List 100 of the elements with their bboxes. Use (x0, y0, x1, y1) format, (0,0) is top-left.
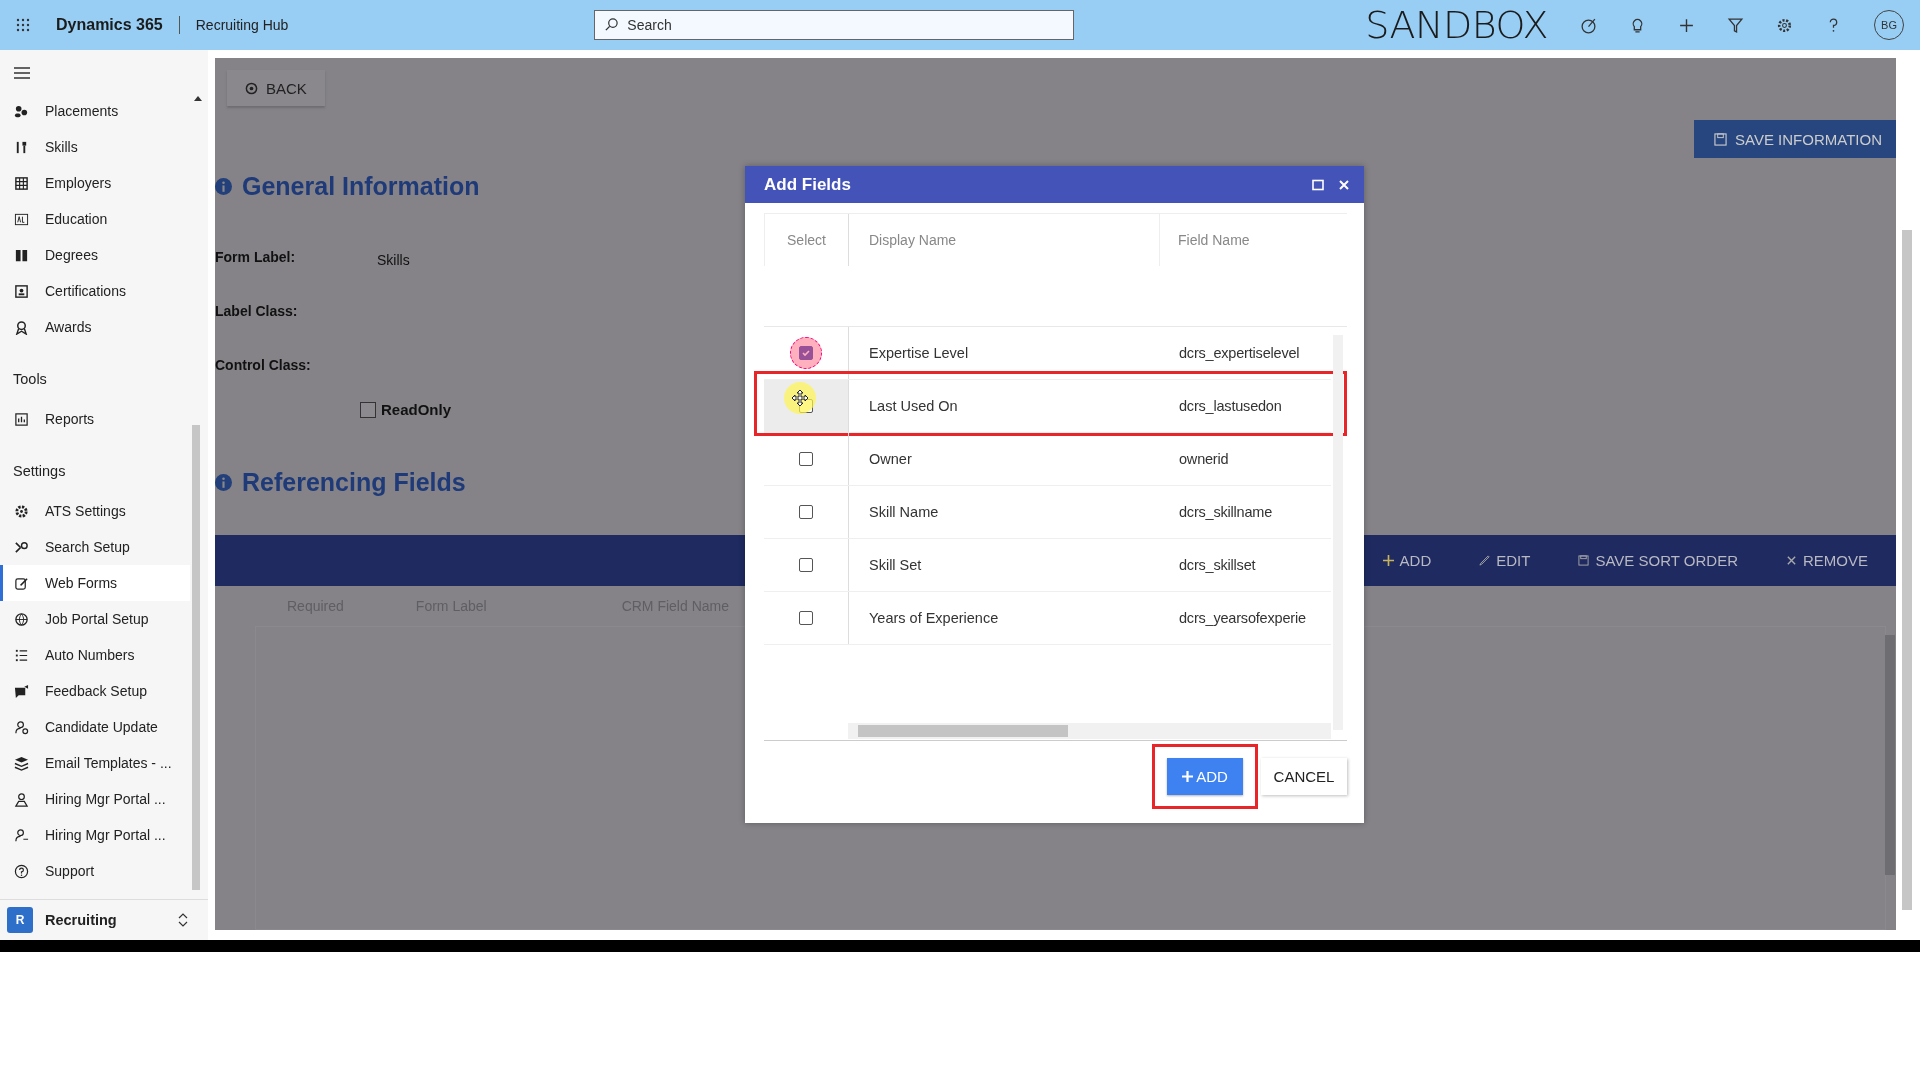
area-name: Recruiting Hub (195, 17, 289, 33)
report-icon (14, 411, 29, 427)
table-cell-text: dcrs_expertiselevel (1179, 344, 1301, 363)
maximize-icon[interactable] (1312, 178, 1324, 191)
scrollbar[interactable] (192, 425, 200, 890)
back-button[interactable]: BACK (227, 70, 325, 106)
dialog-title: Add Fields (764, 174, 852, 195)
sidebar-item[interactable]: Web Forms (0, 565, 190, 601)
app-launcher-icon[interactable] (16, 18, 30, 32)
readonly-checkbox[interactable] (360, 401, 376, 418)
chevron-up-down-icon (178, 912, 188, 928)
table-cell-text: dcrs_lastusedon (1179, 397, 1283, 416)
ribbon-icon (14, 319, 29, 335)
sidebar-item[interactable]: Search Setup (0, 529, 190, 565)
sidebar-item[interactable]: Placements (0, 93, 190, 129)
table-cell-text: Owner (868, 450, 913, 469)
scrollbar[interactable] (1885, 635, 1895, 875)
section-heading: General Information (242, 172, 480, 201)
sidebar-item[interactable]: Email Templates - ... (0, 745, 190, 781)
help-icon (14, 863, 29, 879)
sidebar-section-heading: Settings (12, 462, 67, 481)
check-icon (801, 348, 811, 358)
target-icon[interactable] (1580, 16, 1597, 34)
save-icon (1714, 132, 1728, 146)
plus-icon[interactable] (1678, 16, 1695, 34)
sidebar-item[interactable]: Feedback Setup (0, 673, 190, 709)
table-cell-text: dcrs_yearsofexperie (1179, 609, 1307, 628)
sidebar-section-heading: Tools (12, 370, 48, 389)
select-checkbox[interactable] (799, 346, 813, 360)
select-checkbox[interactable] (799, 558, 813, 572)
table-cell-text: ownerid (1179, 450, 1230, 469)
sidebar-item[interactable]: ATS Settings (0, 493, 190, 529)
plus-icon (1382, 555, 1394, 566)
plus-icon (1182, 771, 1194, 782)
select-checkbox[interactable] (799, 611, 813, 625)
column-header[interactable]: Field Name (1159, 214, 1327, 266)
search-field[interactable]: Search (594, 10, 1075, 40)
person-sync-icon (14, 719, 29, 735)
table-cell-text: Skill Name (868, 503, 940, 522)
search-icon (604, 17, 620, 32)
abc-icon (14, 211, 29, 227)
sidebar-item[interactable]: Candidate Update (0, 709, 190, 745)
tools-icon (14, 139, 29, 155)
book-icon (14, 247, 29, 263)
sidebar-item[interactable]: Hiring Mgr Portal ... (0, 817, 190, 853)
sidebar-item[interactable]: Skills (0, 129, 190, 165)
filter-icon[interactable] (1727, 16, 1744, 34)
horizontal-scrollbar[interactable] (848, 723, 1331, 739)
scrollbar[interactable] (1902, 230, 1912, 910)
sidebar-item[interactable]: Support (0, 853, 190, 889)
save-icon (1578, 555, 1590, 566)
feedback-icon (14, 683, 29, 699)
sidebar-item[interactable]: Auto Numbers (0, 637, 190, 673)
person-icon (14, 791, 29, 807)
sidebar-item[interactable]: Education (0, 201, 190, 237)
pencil-icon (1479, 555, 1491, 566)
table-cell-text: Last Used On (868, 397, 959, 416)
numbered-list-icon (14, 647, 29, 663)
field-label: Label Class: (215, 303, 298, 319)
people-icon (14, 103, 29, 119)
cancel-button[interactable]: CANCEL (1261, 758, 1347, 795)
column-header[interactable]: Display Name (849, 214, 1159, 266)
layers-icon (14, 755, 29, 771)
select-checkbox[interactable] (799, 452, 813, 466)
badge-icon (14, 283, 29, 299)
sidebar-item[interactable]: Awards (0, 309, 190, 345)
sidebar-item[interactable]: Hiring Mgr Portal ... (0, 781, 190, 817)
toolbar-button[interactable]: EDIT (1475, 552, 1535, 569)
sidebar-item[interactable]: Employers (0, 165, 190, 201)
field-label: Control Class: (215, 357, 311, 373)
table-cell-text: Years of Experience (868, 609, 1000, 628)
collapse-caret-icon[interactable] (194, 96, 202, 101)
add-button[interactable]: ADD (1167, 758, 1243, 795)
close-icon[interactable] (1338, 178, 1350, 191)
form-edit-icon (14, 575, 29, 591)
back-circle-icon (245, 81, 258, 95)
toolbar-button[interactable]: REMOVE (1782, 552, 1872, 569)
person-icon (14, 827, 29, 843)
section-heading: Referencing Fields (242, 468, 466, 497)
field-value: Skills (377, 251, 411, 268)
toolbar-button[interactable]: ADD (1378, 552, 1436, 569)
checkbox-label: ReadOnly (381, 401, 452, 418)
column-header[interactable]: Select (765, 214, 849, 266)
menu-icon[interactable] (14, 67, 30, 79)
sidebar-item[interactable]: Job Portal Setup (0, 601, 190, 637)
table-cell-text: dcrs_skillname (1179, 503, 1274, 522)
sidebar-item[interactable]: Reports (0, 401, 190, 437)
save-information-button[interactable]: SAVE INFORMATION (1694, 120, 1896, 158)
environment-label: SANDBOX (1365, 3, 1548, 47)
cross-icon (1786, 555, 1797, 566)
settings-icon[interactable] (1776, 16, 1793, 34)
gear-icon (14, 503, 29, 519)
sidebar-item[interactable]: Degrees (0, 237, 190, 273)
sidebar-item[interactable]: Certifications (0, 273, 190, 309)
grid-icon (14, 175, 29, 191)
field-label: Form Label: (215, 249, 296, 265)
app-name[interactable]: Dynamics 365 (56, 16, 180, 34)
toolbar-button[interactable]: SAVE SORT ORDER (1574, 552, 1742, 569)
select-checkbox[interactable] (799, 505, 813, 519)
scrollbar[interactable] (1333, 335, 1343, 730)
